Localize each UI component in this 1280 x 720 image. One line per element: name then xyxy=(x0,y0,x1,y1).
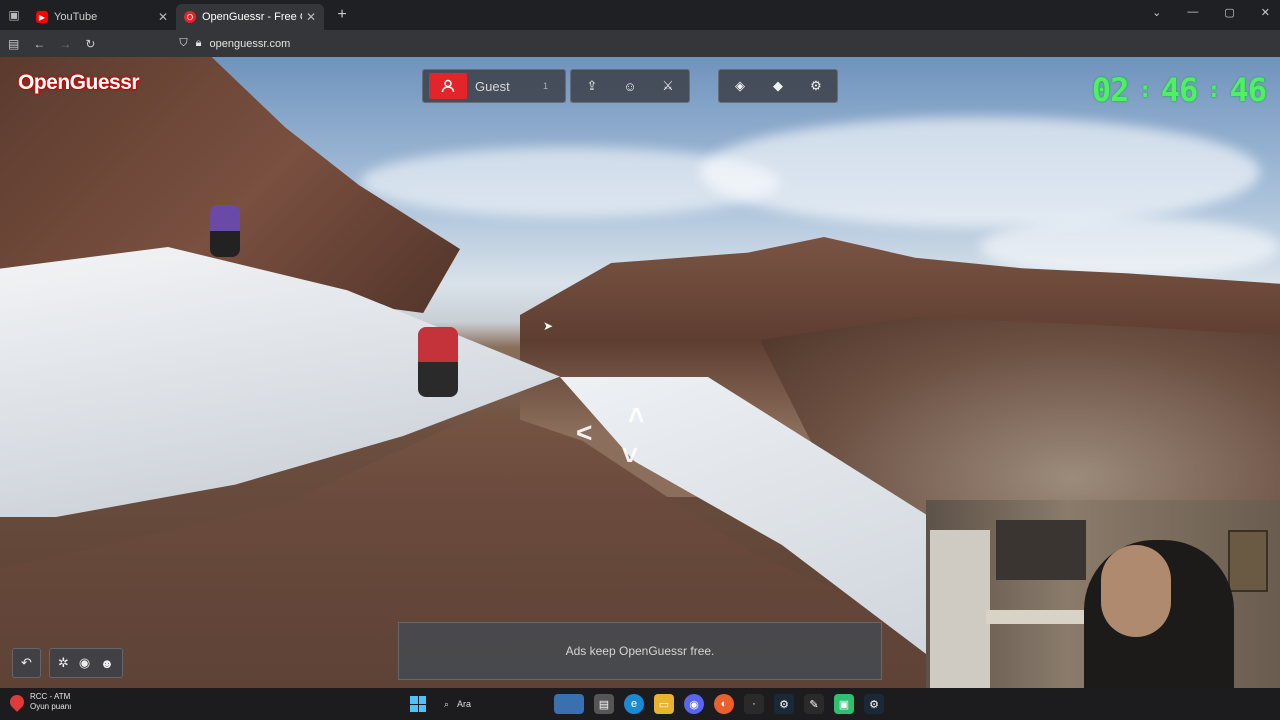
window-controls: ⌄ — ▢ ✕ xyxy=(1152,6,1270,19)
undo-icon: ↶ xyxy=(21,655,32,670)
lock-icon: 🔒︎ xyxy=(195,37,202,49)
timer-separator: : xyxy=(1138,77,1151,103)
widget-icon[interactable] xyxy=(554,694,584,714)
steam-icon[interactable]: ⚙ xyxy=(864,694,884,714)
url-text[interactable]: openguessr.com xyxy=(210,38,291,50)
return-button[interactable]: ↶ xyxy=(12,648,41,678)
edge-icon[interactable]: e xyxy=(624,694,644,714)
multiplayer-button[interactable]: ☺ xyxy=(615,73,645,99)
people-icon: ☺ xyxy=(623,78,637,94)
discord-app-icon[interactable]: ◉ xyxy=(684,694,704,714)
webcam-face xyxy=(1101,545,1171,637)
player-count: 1 xyxy=(543,81,549,91)
gear-icon: ⚙ xyxy=(810,78,822,93)
graduation-cap-icon: ◆ xyxy=(773,78,783,93)
battle-button[interactable]: ⚔ xyxy=(653,73,683,99)
webcam-shelf xyxy=(996,520,1086,580)
taskbar-apps: ⌕ Ara ▤ e ▭ ◉ ◐ · ⚙ ✎ ▣ ⚙ xyxy=(410,691,884,717)
bug-icon[interactable]: ✲ xyxy=(58,655,69,671)
bottom-left-controls: ↶ ✲ ◉ ☻ xyxy=(12,648,123,678)
user-icon xyxy=(441,79,455,93)
move-arrow-icon[interactable]: < xyxy=(614,447,646,463)
firefox-icon[interactable]: ◐ xyxy=(714,694,734,714)
forward-icon[interactable]: → xyxy=(59,37,71,51)
close-tab-icon[interactable]: ✕ xyxy=(158,10,168,24)
reload-icon[interactable]: ↻ xyxy=(85,37,95,51)
back-icon[interactable]: ← xyxy=(33,37,45,51)
tab-actions-icon[interactable]: ▣ xyxy=(0,0,28,30)
player-bar: Guest 1 xyxy=(422,69,566,103)
game-mode-bar: ⇪ ☺ ⚔ xyxy=(570,69,690,103)
minimize-icon[interactable]: — xyxy=(1187,6,1198,19)
taskbar: RCC - ATM Oyun puanı ⌕ Ara ▤ e ▭ ◉ ◐ · ⚙… xyxy=(0,688,1280,720)
url-field[interactable]: ⛉ 🔒︎ openguessr.com xyxy=(179,37,290,50)
webcam-picture-frame xyxy=(1228,530,1268,592)
mouse-cursor: ➤ xyxy=(543,319,554,333)
tool-icon[interactable]: ✎ xyxy=(804,694,824,714)
move-arrow-icon[interactable]: < xyxy=(576,417,592,449)
layers-button[interactable]: ◈ xyxy=(725,73,755,99)
openguessr-logo[interactable]: OpenGuessr xyxy=(18,71,140,95)
move-arrow-icon[interactable]: < xyxy=(620,407,652,423)
upload-button[interactable]: ⇪ xyxy=(577,73,607,99)
folder-icon[interactable]: ▭ xyxy=(654,694,674,714)
settings-bar: ◈ ◆ ⚙ xyxy=(718,69,838,103)
timer-seconds: 46 xyxy=(1229,71,1267,109)
address-bar: ▤ ← → ↻ ⛉ 🔒︎ openguessr.com xyxy=(0,30,1280,57)
search-label: Ara xyxy=(457,699,472,709)
reddit-icon[interactable]: ☻ xyxy=(100,656,114,671)
app-icon[interactable]: · xyxy=(744,694,764,714)
chat-app-icon[interactable]: ▣ xyxy=(834,694,854,714)
maximize-icon[interactable]: ▢ xyxy=(1224,6,1234,19)
player-name: Guest xyxy=(475,78,510,94)
hiker xyxy=(210,205,240,257)
user-button[interactable] xyxy=(429,73,467,99)
file-manager-icon[interactable]: ▤ xyxy=(594,694,614,714)
upload-icon: ⇪ xyxy=(586,78,598,93)
windows-start-icon[interactable] xyxy=(410,696,426,712)
stream-timer: 02 : 46 : 46 xyxy=(1091,71,1267,109)
search-icon: ⌕ xyxy=(444,698,450,709)
tab-youtube[interactable]: ▶ YouTube ✕ xyxy=(28,4,176,30)
taskbar-search[interactable]: ⌕ Ara xyxy=(436,691,544,717)
learn-button[interactable]: ◆ xyxy=(763,73,793,99)
webcam-feed xyxy=(926,500,1280,720)
timer-separator: : xyxy=(1207,77,1220,103)
tab-title: YouTube xyxy=(54,11,98,23)
timer-hours: 02 xyxy=(1091,71,1130,109)
settings-button[interactable]: ⚙ xyxy=(801,73,831,99)
crossed-swords-icon: ⚔ xyxy=(662,78,674,93)
new-tab-button[interactable]: + xyxy=(330,6,354,24)
news-subtitle: Oyun puanı xyxy=(30,702,72,711)
hiker xyxy=(418,327,458,397)
news-widget[interactable]: RCC - ATM Oyun puanı xyxy=(7,692,72,712)
youtube-icon: ▶ xyxy=(36,11,48,23)
close-tab-icon[interactable]: ✕ xyxy=(306,10,316,24)
tab-title: OpenGuessr - Free GeoGuessr A xyxy=(202,11,302,23)
steam-icon[interactable]: ⚙ xyxy=(774,694,794,714)
shield-icon: ⛉ xyxy=(179,37,188,49)
webcam-door xyxy=(930,530,990,700)
tab-openguessr[interactable]: O OpenGuessr - Free GeoGuessr A ✕ xyxy=(176,4,324,30)
layers-icon: ◈ xyxy=(735,78,745,93)
timer-minutes: 46 xyxy=(1160,71,1199,109)
tab-bar: ▣ ▶ YouTube ✕ O OpenGuessr - Free GeoGue… xyxy=(0,0,1280,30)
close-window-icon[interactable]: ✕ xyxy=(1261,6,1270,19)
news-title: RCC - ATM xyxy=(30,692,71,701)
discord-icon[interactable]: ◉ xyxy=(79,655,90,671)
opera-icon: O xyxy=(184,11,196,23)
ad-banner: Ads keep OpenGuessr free. xyxy=(398,622,882,680)
pin-icon xyxy=(7,692,27,712)
social-buttons: ✲ ◉ ☻ xyxy=(48,648,123,678)
tab-search-icon[interactable]: ⌄ xyxy=(1152,6,1161,19)
sidebar-icon[interactable]: ▤ xyxy=(8,37,19,51)
